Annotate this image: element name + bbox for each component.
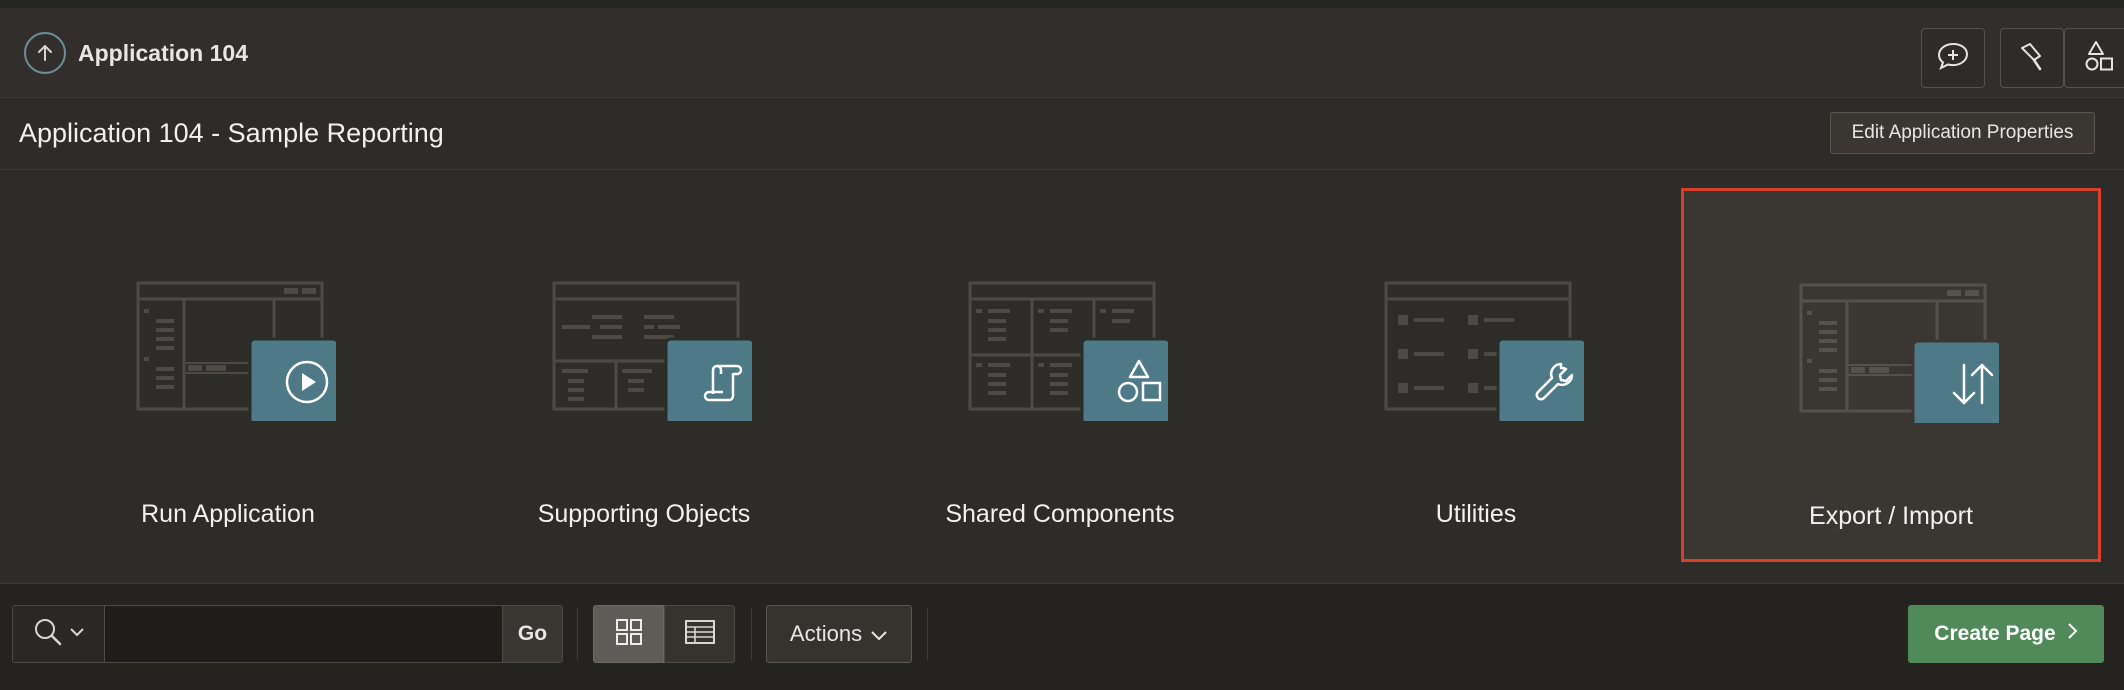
chevron-down-icon [870, 621, 888, 647]
view-icons-button[interactable] [593, 605, 664, 663]
toolbar-divider [751, 608, 752, 660]
tile-supporting-objects[interactable]: Supporting Objects [436, 186, 852, 563]
page-title: Application 104 - Sample Reporting [19, 118, 444, 148]
actions-label: Actions [789, 621, 863, 646]
grid-view-icon [614, 617, 644, 652]
feedback-button[interactable] [1921, 28, 1985, 88]
play-icon [263, 338, 351, 426]
chevron-right-icon [2066, 622, 2078, 646]
tile-label: Shared Components [945, 500, 1175, 528]
edit-application-properties-button[interactable]: Edit Application Properties [1830, 112, 2095, 154]
tile-label: Utilities [1435, 500, 1517, 528]
tile-utilities[interactable]: Utilities [1268, 186, 1684, 563]
shapes-icon [1095, 338, 1183, 426]
application-tiles: Run Application Supporting Objects Share… [0, 171, 2124, 583]
up-arrow-icon[interactable] [24, 32, 66, 74]
toolbar-divider [577, 608, 578, 660]
shared-components-shortcut[interactable] [2064, 28, 2124, 88]
up-down-arrows-icon [1929, 340, 2017, 428]
tile-export-import[interactable]: Export / Import [1681, 188, 2101, 562]
create-page-button[interactable]: Create Page [1908, 605, 2104, 663]
page-list-toolbar: Go Actions Create Page [0, 583, 2124, 690]
view-report-button[interactable] [664, 605, 735, 663]
create-page-label: Create Page [1934, 622, 2056, 645]
tile-shared-components[interactable]: Shared Components [852, 186, 1268, 563]
tile-label: Export / Import [1809, 502, 1973, 530]
page-title-bar: Application 104 - Sample Reporting Edit … [0, 98, 2124, 170]
debug-button[interactable] [2000, 28, 2064, 88]
search-icon [33, 617, 63, 652]
toolbar-divider [927, 608, 928, 660]
search-column-selector[interactable] [13, 606, 105, 662]
go-button[interactable]: Go [502, 606, 562, 662]
search-bar: Go [12, 605, 563, 663]
app-breadcrumb-title[interactable]: Application 104 [78, 40, 248, 67]
shapes-icon [2082, 39, 2116, 78]
tile-label: Run Application [141, 500, 315, 528]
app-header: Application 104 [0, 0, 2124, 98]
search-input[interactable] [105, 606, 502, 662]
scroll-icon [679, 338, 767, 426]
table-view-icon [684, 619, 716, 650]
actions-menu-button[interactable]: Actions [766, 605, 912, 663]
wrench-icon [1511, 338, 1599, 426]
flashlight-icon [2016, 40, 2048, 77]
tile-label: Supporting Objects [537, 500, 751, 528]
chat-plus-icon [1936, 41, 1970, 76]
chevron-down-icon [69, 625, 85, 643]
tile-run-application[interactable]: Run Application [20, 186, 436, 563]
